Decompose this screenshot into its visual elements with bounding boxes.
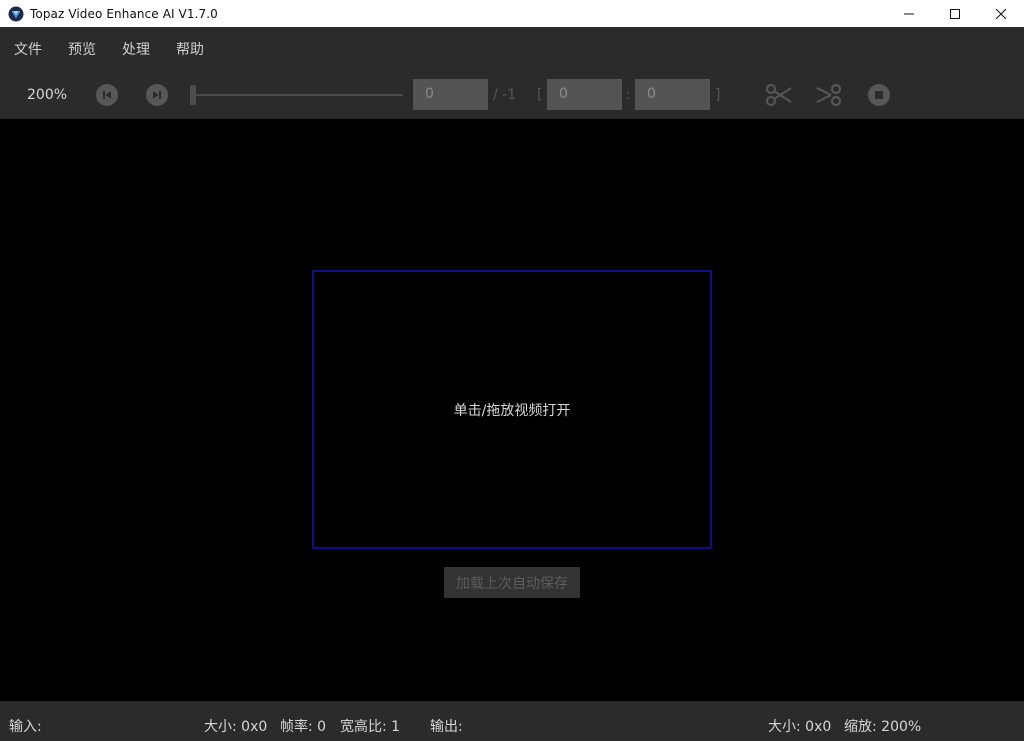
input-label: 输入: [9,719,42,735]
output-zoom: 缩放: 200% [844,719,922,735]
play-next-icon [153,91,161,99]
minimize-icon [904,13,914,14]
split-icon [816,83,842,107]
menu-bar: 文件 预览 处理 帮助 [0,27,1024,71]
play-next-button[interactable] [146,84,168,106]
timeline-handle[interactable] [190,85,196,105]
skip-start-icon [103,91,111,99]
title-bar: Topaz Video Enhance AI V1.7.0 [0,0,1024,27]
range-start-field[interactable]: 0 [547,79,622,110]
load-autosave-button[interactable]: 加载上次自动保存 [444,567,580,598]
menu-file[interactable]: 文件 [7,39,49,59]
video-viewport: 单击/拖放视频打开 加载上次自动保存 [0,119,1024,701]
range-open-bracket: [ [537,87,543,103]
range-end-field[interactable]: 0 [635,79,710,110]
topaz-logo-icon [8,6,24,22]
close-icon [996,8,1006,19]
range-separator: : [626,87,631,103]
menu-help[interactable]: 帮助 [169,39,211,59]
input-size: 大小: 0x0 [204,719,268,735]
scissors-icon [765,83,792,107]
window-controls [886,0,1024,27]
output-label: 输出: [430,719,463,735]
status-bar: 输入: 大小: 0x0 帧率: 0 宽高比: 1 输出: 大小: 0x0 缩放:… [0,701,1024,741]
toolbar: 200% 0 / -1 [ 0 : 0 ] [0,71,1024,119]
split-button[interactable] [815,83,843,107]
close-button[interactable] [978,0,1024,27]
window-title: Topaz Video Enhance AI V1.7.0 [30,6,218,21]
maximize-button[interactable] [932,0,978,27]
timeline-track[interactable] [193,94,403,96]
zoom-level: 200% [27,87,68,103]
total-frames: / -1 [493,87,517,103]
menu-process[interactable]: 处理 [115,39,157,59]
output-size: 大小: 0x0 [768,719,832,735]
video-drop-zone[interactable]: 单击/拖放视频打开 [312,270,712,549]
current-frame-field[interactable]: 0 [413,79,488,110]
stop-icon [875,91,883,99]
drop-zone-text: 单击/拖放视频打开 [453,402,571,419]
input-aspect: 宽高比: 1 [340,719,401,735]
cut-button[interactable] [765,83,793,107]
app-window: Topaz Video Enhance AI V1.7.0 文件 预览 处理 帮… [0,0,1024,741]
maximize-icon [950,8,960,19]
range-close-bracket: ] [715,87,721,103]
input-fps: 帧率: 0 [280,719,327,735]
minimize-button[interactable] [886,0,932,27]
menu-preview[interactable]: 预览 [61,39,103,59]
stop-button[interactable] [868,84,890,106]
skip-start-button[interactable] [96,84,118,106]
